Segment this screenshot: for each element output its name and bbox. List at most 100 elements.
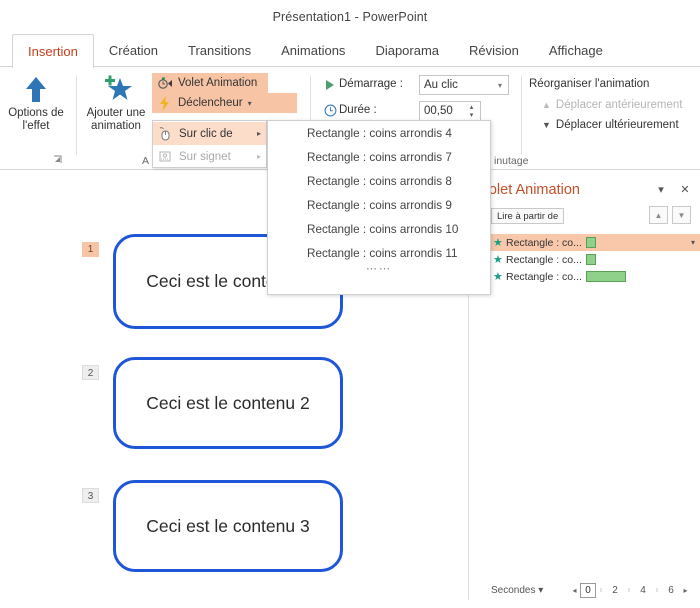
timeline-minor-tick: ı <box>628 587 630 594</box>
triangle-down-icon: ▼ <box>677 210 686 220</box>
tab-label: Insertion <box>28 44 78 59</box>
move-later-button[interactable]: ▼ Déplacer ultérieurement <box>537 117 684 133</box>
trigger-dropdown-menu: Sur clic de ▸ Sur signet ▸ <box>152 120 267 168</box>
timeline-minor-tick: ı <box>600 587 602 594</box>
animation-list-item[interactable]: ★ Rectangle : co... <box>479 268 700 285</box>
duration-label: Durée : <box>339 104 377 116</box>
timeline-tick-2: 2 <box>612 585 618 596</box>
play-from-button[interactable]: Lire à partir de <box>491 208 565 224</box>
menu-item-label: Sur clic de <box>179 127 233 140</box>
tab-insertion[interactable]: Insertion <box>12 34 94 68</box>
start-combo[interactable]: Au clic ▾ <box>419 75 509 95</box>
tab-transitions[interactable]: Transitions <box>173 34 266 67</box>
menu-item-sur-signet[interactable]: Sur signet ▸ <box>153 145 266 168</box>
shape-menu-item[interactable]: Rectangle : coins arrondis 4 <box>268 121 490 145</box>
move-later-label: Déplacer ultérieurement <box>555 119 679 131</box>
rounded-rect-shape[interactable]: Ceci est le contenu 2 <box>113 357 343 449</box>
shape-menu-item[interactable]: Rectangle : coins arrondis 8 <box>268 169 490 193</box>
effect-options-button[interactable]: Options de l'effet <box>0 71 72 133</box>
pane-nav-down-button[interactable]: ▼ <box>672 206 691 224</box>
rounded-rect-shape[interactable]: Ceci est le contenu 3 <box>113 480 343 572</box>
star-icon: ★ <box>493 237 503 249</box>
tab-creation[interactable]: Création <box>94 34 173 67</box>
pane-menu-caret-icon[interactable]: ▾ <box>654 183 668 196</box>
tab-label: Révision <box>469 43 519 58</box>
window-title: Présentation1 - PowerPoint <box>272 10 428 24</box>
tab-label: Transitions <box>188 43 252 58</box>
tab-affichage[interactable]: Affichage <box>534 34 618 67</box>
animation-duration-bar <box>585 237 596 248</box>
tab-diaporama[interactable]: Diaporama <box>360 34 454 67</box>
play-icon <box>322 77 338 92</box>
shape-menu-scroll-more[interactable]: ⋯⋯ <box>268 264 490 280</box>
add-animation-button[interactable]: Ajouter une animation <box>80 71 152 133</box>
shape-menu-item[interactable]: Rectangle : coins arrondis 7 <box>268 145 490 169</box>
tab-animations[interactable]: Animations <box>266 34 360 67</box>
star-icon: ★ <box>493 254 503 266</box>
stepper-down-icon[interactable]: ▾ <box>470 112 474 120</box>
up-arrow-icon <box>23 71 49 107</box>
chevron-down-icon[interactable]: ▾ <box>492 81 508 90</box>
chevron-down-icon: ▾ <box>538 585 544 596</box>
animation-badge[interactable]: 1 <box>82 242 99 257</box>
effect-options-label: Options de l'effet <box>8 107 64 132</box>
chevron-right-icon: ▸ <box>256 152 261 161</box>
timeline-unit-label: Secondes <box>491 585 536 596</box>
clock-icon <box>322 103 338 118</box>
shape-menu-item[interactable]: Rectangle : coins arrondis 11 <box>268 241 490 265</box>
title-bar: Présentation1 - PowerPoint <box>0 0 700 34</box>
reorder-title: Réorganiser l'animation <box>529 78 650 90</box>
timeline-scroll-right-icon[interactable]: ▸ <box>680 586 691 595</box>
stepper-up-icon[interactable]: ▴ <box>470 104 474 112</box>
tab-revision[interactable]: Révision <box>454 34 534 67</box>
animation-pane-button[interactable]: Volet Animation <box>152 73 268 93</box>
shape-menu-item[interactable]: Rectangle : coins arrondis 10 <box>268 217 490 241</box>
chevron-right-icon: ▸ <box>256 129 261 138</box>
chevron-down-icon[interactable]: ▾ <box>691 238 695 247</box>
move-earlier-button[interactable]: ▲ Déplacer antérieurement <box>537 97 688 113</box>
play-from-label: Lire à partir de <box>497 210 559 222</box>
pane-nav-up-button[interactable]: ▲ <box>649 206 668 224</box>
triangle-down-icon: ▼ <box>542 120 551 130</box>
ribbon-tabstrip: Insertion Création Transitions Animation… <box>0 34 700 68</box>
tab-label: Affichage <box>548 43 603 58</box>
start-value: Au clic <box>424 79 458 91</box>
start-label: Démarrage : <box>339 78 403 90</box>
powerpoint-window: Présentation1 - PowerPoint Insertion Cré… <box>0 0 700 608</box>
animation-item-label: Rectangle : co... <box>506 253 582 266</box>
group-label-advanced: A <box>142 155 150 167</box>
group-separator <box>521 75 522 155</box>
bookmark-icon <box>157 149 173 164</box>
animation-timeline-footer: Secondes ▾ ◂ 0 ı 2 ı 4 ı 6 ▸ <box>469 576 700 608</box>
close-icon[interactable]: ✕ <box>678 183 692 196</box>
move-earlier-label: Déplacer antérieurement <box>555 99 683 111</box>
shape-menu-item[interactable]: Rectangle : coins arrondis 9 <box>268 193 490 217</box>
animation-pane-label: Volet Animation <box>178 77 258 89</box>
trigger-button[interactable]: Déclencheur ▾ <box>152 93 297 113</box>
timeline-tick-4: 4 <box>640 585 646 596</box>
animation-item-label: Rectangle : co... <box>506 270 582 283</box>
menu-item-sur-clic-de[interactable]: Sur clic de ▸ <box>153 122 266 145</box>
tab-label: Diaporama <box>375 43 440 58</box>
menu-item-label: Sur signet <box>179 150 231 163</box>
timeline-tick-0[interactable]: 0 <box>580 583 596 598</box>
timeline-tick-6: 6 <box>668 585 674 596</box>
animation-badge[interactable]: 3 <box>82 488 99 503</box>
animation-list-item[interactable]: ★ Rectangle : co... ▾ <box>479 234 700 251</box>
timeline-scroll-left-icon[interactable]: ◂ <box>569 586 580 595</box>
animation-pane: Volet Animation ▾ ✕ Lire à partir de ▲ ▼… <box>469 172 700 576</box>
tab-label: Animations <box>281 43 346 58</box>
duration-stepper[interactable]: ▴ ▾ <box>464 103 479 121</box>
shape-text: Ceci est le contenu 2 <box>146 392 310 413</box>
timeline-scale: ◂ 0 ı 2 ı 4 ı 6 ▸ <box>569 583 691 598</box>
timeline-unit-selector[interactable]: Secondes ▾ <box>491 585 543 596</box>
duration-field[interactable]: 00,50 ▴ ▾ <box>419 101 481 121</box>
animation-list-item[interactable]: ★ Rectangle : co... <box>479 251 700 268</box>
star-icon: ★ <box>493 271 503 283</box>
animation-badge[interactable]: 2 <box>82 365 99 380</box>
dialog-launcher-icon[interactable] <box>52 155 63 166</box>
animation-duration-bar <box>585 271 626 282</box>
animation-item-label: Rectangle : co... <box>506 236 582 249</box>
tab-label: Création <box>108 43 159 58</box>
ribbon-group-reorder: Réorganiser l'animation ▲ Déplacer antér… <box>525 67 700 169</box>
